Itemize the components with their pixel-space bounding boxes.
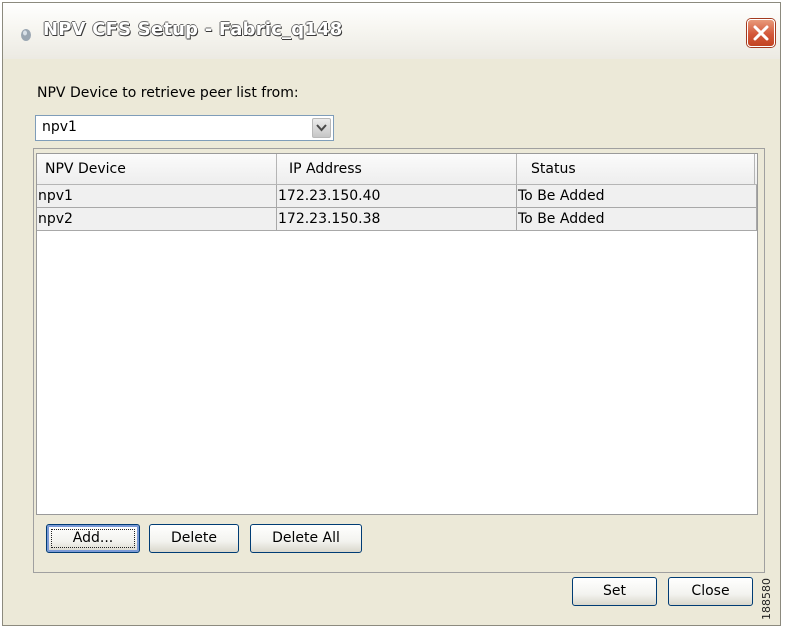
table-row[interactable]: npv1 172.23.150.40 To Be Added	[37, 185, 757, 208]
close-button[interactable]: Close	[668, 577, 753, 606]
delete-button-label: Delete	[171, 530, 217, 546]
add-button[interactable]: Add...	[46, 524, 140, 553]
title-bar[interactable]: NPV CFS Setup - Fabric_q148	[3, 3, 780, 59]
table-body: npv1 172.23.150.40 To Be Added npv2 172.…	[37, 185, 757, 231]
cell-ip-address: 172.23.150.38	[277, 208, 517, 230]
cell-ip-address: 172.23.150.40	[277, 185, 517, 207]
add-button-label: Add...	[72, 530, 114, 546]
cell-npv-device: npv1	[37, 185, 277, 207]
set-button-label: Set	[603, 583, 626, 599]
table-row[interactable]: npv2 172.23.150.38 To Be Added	[37, 208, 757, 231]
cell-npv-device: npv2	[37, 208, 277, 230]
close-button-label: Close	[691, 583, 730, 599]
retrieve-device-label: NPV Device to retrieve peer list from:	[37, 85, 299, 101]
peer-list-panel: NPV Device IP Address Status npv1 172.23…	[33, 148, 765, 573]
figure-number: 188580	[760, 578, 786, 628]
npv-device-select-value: npv1	[42, 119, 77, 135]
dialog-window: NPV CFS Setup - Fabric_q148 NPV Device t…	[2, 2, 781, 626]
delete-all-button[interactable]: Delete All	[250, 524, 362, 553]
column-header-status[interactable]: Status	[517, 154, 755, 184]
table-header: NPV Device IP Address Status	[37, 154, 757, 185]
close-x-icon	[753, 25, 769, 41]
set-button[interactable]: Set	[572, 577, 657, 606]
column-header-ip-address[interactable]: IP Address	[277, 154, 517, 184]
combo-dropdown-button[interactable]	[312, 118, 331, 138]
window-title: NPV CFS Setup - Fabric_q148	[43, 19, 343, 40]
figure-number-text: 188580	[760, 578, 773, 620]
delete-all-button-label: Delete All	[272, 530, 340, 546]
cell-status: To Be Added	[517, 208, 757, 230]
delete-button[interactable]: Delete	[149, 524, 239, 553]
npv-device-select[interactable]: npv1	[35, 115, 334, 141]
column-header-npv-device[interactable]: NPV Device	[37, 154, 277, 184]
app-window-icon	[21, 29, 31, 41]
close-window-button[interactable]	[747, 19, 775, 47]
chevron-down-icon	[316, 124, 327, 132]
cell-status: To Be Added	[517, 185, 757, 207]
peer-table: NPV Device IP Address Status npv1 172.23…	[36, 153, 758, 515]
